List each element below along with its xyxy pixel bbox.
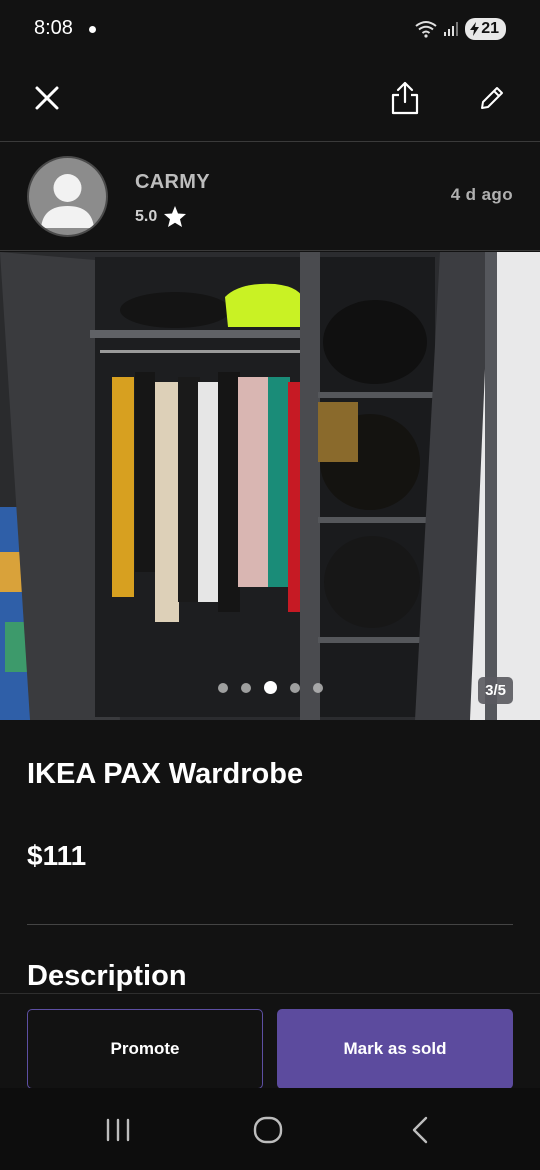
signal-icon bbox=[444, 22, 459, 36]
star-icon bbox=[164, 206, 187, 227]
pagination-dot[interactable] bbox=[217, 682, 228, 693]
recent-apps-icon bbox=[106, 1118, 130, 1142]
charging-icon bbox=[470, 22, 480, 36]
close-button[interactable] bbox=[23, 74, 71, 122]
listing-title: IKEA PAX Wardrobe bbox=[27, 758, 304, 790]
avatar[interactable] bbox=[27, 156, 108, 237]
share-button[interactable] bbox=[381, 74, 429, 122]
back-icon bbox=[412, 1116, 428, 1144]
back-button[interactable] bbox=[390, 1110, 450, 1150]
pagination-dot[interactable] bbox=[289, 682, 300, 693]
rating-value: 5.0 bbox=[135, 207, 158, 225]
default-avatar-icon bbox=[41, 174, 94, 228]
battery-level: 21 bbox=[481, 20, 499, 37]
gallery-pagination bbox=[0, 681, 540, 694]
listing-photo[interactable]: 3/5 bbox=[0, 252, 540, 720]
share-icon bbox=[391, 81, 419, 115]
battery-indicator: 21 bbox=[465, 18, 506, 40]
home-icon bbox=[253, 1116, 283, 1144]
seller-name: CARMY bbox=[135, 171, 210, 193]
promote-button[interactable]: Promote bbox=[27, 1009, 263, 1089]
divider bbox=[27, 924, 513, 925]
close-icon bbox=[35, 86, 59, 110]
description-heading: Description bbox=[27, 960, 187, 992]
mark-as-sold-button[interactable]: Mark as sold bbox=[277, 1009, 513, 1089]
recent-apps-button[interactable] bbox=[88, 1110, 148, 1150]
wifi-icon bbox=[415, 21, 437, 38]
status-bar: 8:08 21 bbox=[0, 0, 540, 58]
pagination-dot[interactable] bbox=[312, 682, 323, 693]
system-nav-bar bbox=[0, 1088, 540, 1170]
pagination-dot-active[interactable] bbox=[263, 681, 277, 694]
action-bar: Promote Mark as sold bbox=[0, 993, 540, 1089]
status-time: 8:08 bbox=[34, 17, 73, 39]
pencil-icon bbox=[481, 87, 503, 109]
seller-row[interactable]: CARMY 5.0 4 d ago bbox=[0, 143, 540, 251]
wardrobe-photo bbox=[0, 252, 540, 720]
home-button[interactable] bbox=[238, 1110, 298, 1150]
status-icons: 21 bbox=[415, 18, 506, 40]
seller-rating: 5.0 bbox=[135, 205, 187, 228]
top-toolbar bbox=[0, 58, 540, 142]
photo-counter: 3/5 bbox=[478, 677, 513, 704]
notification-dot bbox=[89, 26, 96, 33]
edit-button[interactable] bbox=[468, 74, 516, 122]
pagination-dot[interactable] bbox=[240, 682, 251, 693]
listing-price: $111 bbox=[27, 840, 87, 871]
posted-time: 4 d ago bbox=[450, 185, 513, 204]
